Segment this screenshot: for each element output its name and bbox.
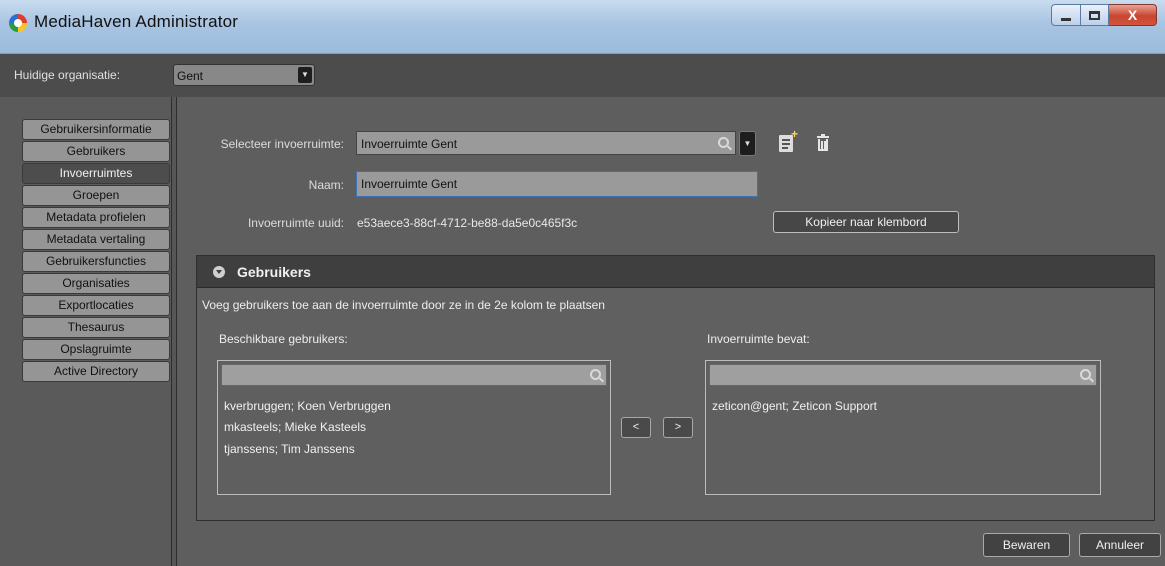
app-logo-icon [9, 14, 27, 32]
collapse-icon[interactable] [213, 266, 225, 278]
list-item[interactable]: mkasteels; Mieke Kasteels [224, 420, 366, 434]
new-space-icon[interactable] [779, 127, 798, 152]
window-title: MediaHaven Administrator [34, 12, 239, 31]
uuid-value: e53aece3-88cf-4712-be88-da5e0c465f3c [357, 216, 578, 230]
close-icon: X [1127, 7, 1138, 23]
select-space-label: Selecteer invoerruimte: [220, 137, 344, 151]
sidebar-item-gebruikersfuncties[interactable]: Gebruikersfuncties [22, 251, 170, 272]
available-users-search-input[interactable] [221, 364, 607, 386]
move-right-button[interactable]: > [663, 417, 693, 438]
space-dropdown-button[interactable]: ▼ [739, 131, 756, 156]
minimize-button[interactable] [1051, 4, 1081, 26]
users-panel: Gebruikers Voeg gebruikers toe aan de in… [196, 255, 1155, 521]
users-panel-hint: Voeg gebruikers toe aan de invoerruimte … [202, 298, 605, 312]
window-controls: X [1051, 4, 1157, 26]
search-icon [1080, 369, 1091, 380]
users-panel-header[interactable]: Gebruikers [197, 256, 1154, 288]
sidebar-item-groepen[interactable]: Groepen [22, 185, 170, 206]
organization-label: Huidige organisatie: [14, 68, 121, 82]
sidebar-item-exportlocaties[interactable]: Exportlocaties [22, 295, 170, 316]
organization-select-value: Gent [177, 69, 204, 83]
space-contains-list[interactable]: zeticon@gent; Zeticon Support [705, 360, 1101, 495]
available-users-list[interactable]: kverbruggen; Koen Verbruggen mkasteels; … [217, 360, 611, 495]
name-label: Naam: [308, 178, 344, 192]
cancel-button[interactable]: Annuleer [1079, 533, 1161, 557]
minimize-icon [1061, 17, 1071, 21]
space-contains-search-input[interactable] [709, 364, 1097, 386]
organization-select[interactable]: Gent ▼ [173, 64, 315, 86]
search-icon [590, 369, 601, 380]
sidebar-item-opslagruimte[interactable]: Opslagruimte [22, 339, 170, 360]
sidebar-nav: Gebruikersinformatie Gebruikers Invoerru… [22, 119, 170, 383]
chevron-down-icon[interactable]: ▼ [298, 67, 312, 83]
maximize-icon [1089, 10, 1100, 20]
copy-to-clipboard-button[interactable]: Kopieer naar klembord [773, 211, 959, 233]
sidebar-item-invoerruimtes[interactable]: Invoerruimtes [22, 163, 170, 184]
title-bar: MediaHaven Administrator X [0, 0, 1165, 54]
list-item[interactable]: kverbruggen; Koen Verbruggen [224, 399, 391, 413]
uuid-label: Invoerruimte uuid: [247, 216, 344, 230]
name-field[interactable]: Invoerruimte Gent [356, 171, 758, 197]
sidebar-item-metadata-vertaling[interactable]: Metadata vertaling [22, 229, 170, 250]
space-select[interactable]: Invoerruimte Gent [356, 131, 736, 155]
sidebar-item-metadata-profielen[interactable]: Metadata profielen [22, 207, 170, 228]
sidebar-item-gebruikersinformatie[interactable]: Gebruikersinformatie [22, 119, 170, 140]
move-left-button[interactable]: < [621, 417, 651, 438]
delete-icon[interactable] [817, 134, 829, 151]
space-select-value: Invoerruimte Gent [361, 137, 458, 151]
search-icon [718, 137, 729, 148]
sidebar-splitter[interactable] [171, 97, 177, 566]
sidebar-item-thesaurus[interactable]: Thesaurus [22, 317, 170, 338]
sidebar-item-active-directory[interactable]: Active Directory [22, 361, 170, 382]
available-users-label: Beschikbare gebruikers: [219, 332, 348, 346]
sidebar-item-gebruikers[interactable]: Gebruikers [22, 141, 170, 162]
list-item[interactable]: zeticon@gent; Zeticon Support [712, 399, 877, 413]
save-button[interactable]: Bewaren [983, 533, 1070, 557]
maximize-button[interactable] [1081, 4, 1109, 26]
close-button[interactable]: X [1109, 4, 1157, 26]
list-item[interactable]: tjanssens; Tim Janssens [224, 442, 355, 456]
sidebar-item-organisaties[interactable]: Organisaties [22, 273, 170, 294]
space-contains-label: Invoerruimte bevat: [707, 332, 810, 346]
organization-bar: Huidige organisatie: Gent ▼ [0, 54, 1165, 97]
users-panel-title: Gebruikers [237, 264, 311, 280]
